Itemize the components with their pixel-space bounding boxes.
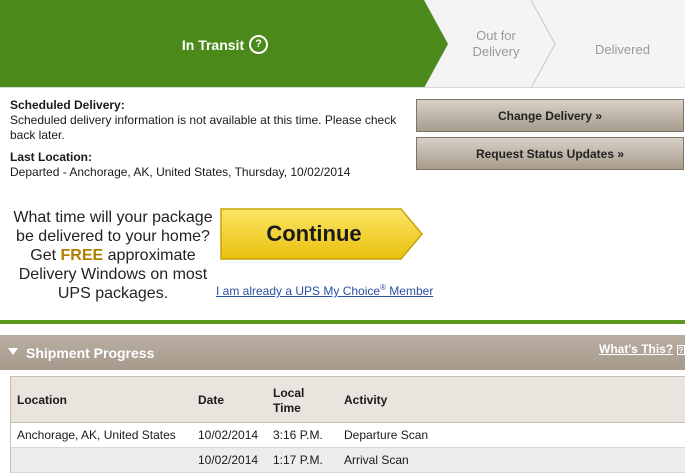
shipment-progress-table: Location Date Local Time Activity Anchor… — [10, 376, 685, 473]
row-location: Anchorage, AK, United States — [17, 428, 176, 442]
scheduled-delivery-block: Scheduled Delivery: Scheduled delivery i… — [10, 98, 405, 143]
help-icon[interactable]: ? — [249, 35, 269, 54]
last-location-value: Departed - Anchorage, AK, United States,… — [10, 165, 351, 179]
section-divider — [0, 320, 685, 324]
promo-line-b: be delivered to your home? — [16, 228, 210, 245]
popup-window-icon[interactable]: ? — [677, 345, 685, 355]
continue-button[interactable]: Continue — [219, 207, 425, 261]
row-activity: Arrival Scan — [344, 453, 409, 467]
col-date: Date — [198, 393, 225, 407]
step-in-transit-label: In Transit — [181, 36, 245, 53]
my-choice-member-link[interactable]: I am already a UPS My Choice® Member — [216, 283, 433, 298]
promo-get: Get — [30, 247, 57, 264]
ups-tracking-page: In Transit ? Out for Delivery Delivered … — [0, 0, 685, 473]
step-in-transit: In Transit ? — [150, 35, 300, 54]
col-activity: Activity — [344, 393, 388, 407]
table-header: Location Date Local Time Activity — [11, 377, 685, 423]
col-local-time-2: Time — [273, 401, 301, 415]
promo-line-a: What time will your package — [13, 209, 213, 226]
promo-line-e: UPS packages. — [57, 285, 169, 302]
promo-free: FREE — [60, 247, 104, 264]
row-activity: Departure Scan — [344, 428, 429, 442]
member-link-text: I am already a UPS My Choice — [216, 284, 381, 298]
table-row: Anchorage, AK, United States 10/02/2014 … — [11, 423, 685, 448]
last-location-heading: Last Location: — [10, 150, 93, 164]
col-local-time-1: Local — [273, 386, 305, 400]
row-time: 1:17 P.M. — [273, 453, 323, 467]
promo-line-d: Delivery Windows on most — [18, 266, 208, 283]
row-date: 10/02/2014 — [198, 453, 259, 467]
whats-this-link[interactable]: What's This? — [599, 342, 673, 356]
scheduled-delivery-message: Scheduled delivery information is not av… — [10, 113, 397, 142]
scheduled-delivery-heading: Scheduled Delivery: — [10, 98, 125, 112]
shipment-progress-header: Shipment Progress What's This? ? — [0, 335, 685, 370]
col-location: Location — [17, 393, 67, 407]
promo-approx: approximate — [107, 247, 196, 264]
delivery-info: Scheduled Delivery: Scheduled delivery i… — [10, 98, 405, 187]
continue-label: Continue — [266, 221, 362, 246]
collapse-triangle-icon[interactable] — [7, 345, 19, 357]
change-delivery-button[interactable]: Change Delivery » — [416, 99, 684, 132]
step-out-for-delivery: Out for Delivery — [456, 28, 536, 60]
step-delivered: Delivered — [595, 42, 650, 57]
request-status-updates-button[interactable]: Request Status Updates » — [416, 137, 684, 170]
table-row: 10/02/2014 1:17 P.M. Arrival Scan — [11, 448, 685, 473]
step-out-line2: Delivery — [472, 44, 520, 59]
last-location-block: Last Location: Departed - Anchorage, AK,… — [10, 150, 405, 180]
row-date: 10/02/2014 — [198, 428, 259, 442]
row-time: 3:16 P.M. — [273, 428, 323, 442]
shipment-progress-title: Shipment Progress — [26, 345, 155, 361]
member-link-suffix: Member — [385, 284, 434, 298]
step-out-line1: Out for — [476, 28, 516, 43]
tracking-status-bar: In Transit ? Out for Delivery Delivered — [0, 0, 685, 88]
promo-line-c: Get FREE approximate — [8, 246, 218, 265]
my-choice-promo-text: What time will your package be delivered… — [8, 208, 218, 303]
